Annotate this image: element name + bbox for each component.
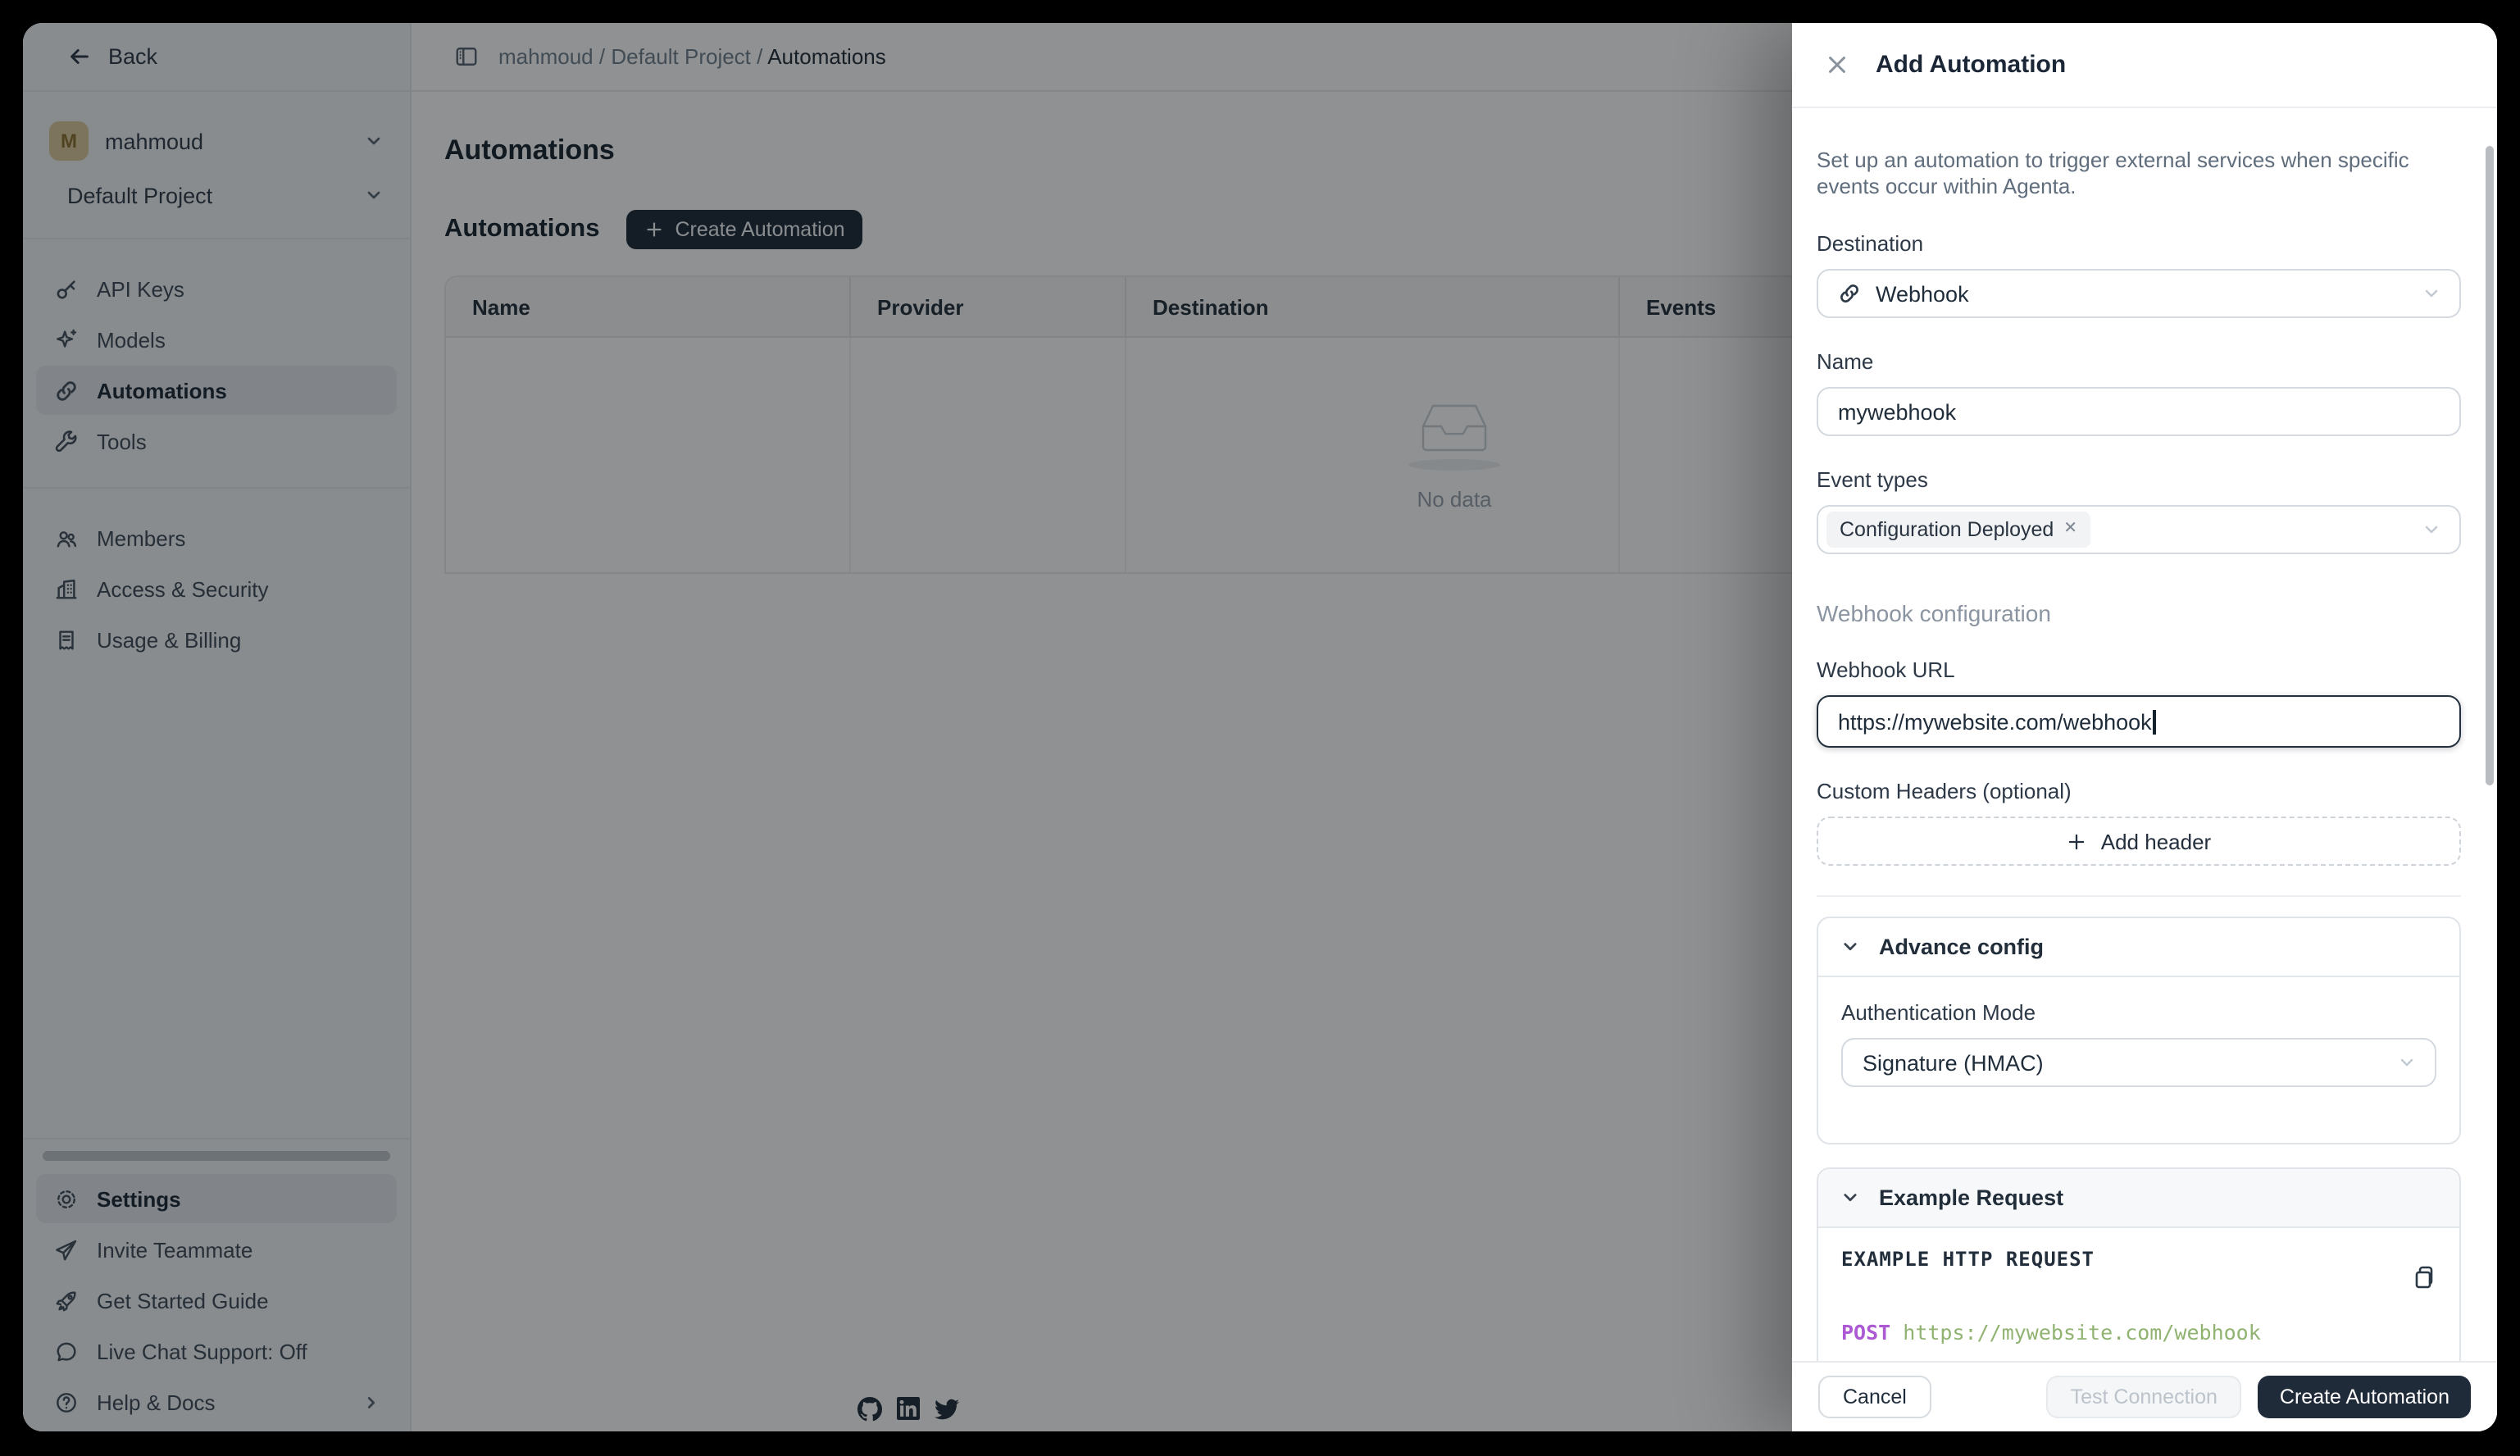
remove-tag-icon[interactable]: ✕ bbox=[2063, 521, 2077, 538]
auth-mode-select[interactable]: Signature (HMAC) bbox=[1841, 1038, 2436, 1087]
http-url: https://mywebsite.com/webhook bbox=[1903, 1320, 2261, 1345]
create-automation-submit-button[interactable]: Create Automation bbox=[2258, 1376, 2471, 1418]
text-cursor bbox=[2154, 709, 2156, 734]
add-automation-drawer: Add Automation Set up an automation to t… bbox=[1792, 23, 2497, 1431]
auth-mode-value: Signature (HMAC) bbox=[1863, 1050, 2044, 1075]
advance-config-header[interactable]: Advance config bbox=[1818, 918, 2459, 977]
divider bbox=[1817, 895, 2461, 897]
chevron-down-icon bbox=[2422, 284, 2441, 303]
event-types-select[interactable]: Configuration Deployed ✕ bbox=[1817, 505, 2461, 554]
event-type-tag: Configuration Deployed ✕ bbox=[1826, 512, 2090, 548]
destination-select[interactable]: Webhook bbox=[1817, 269, 2461, 318]
drawer-description: Set up an automation to trigger external… bbox=[1817, 148, 2417, 200]
chevron-down-icon bbox=[2397, 1053, 2417, 1072]
advance-config-title: Advance config bbox=[1879, 935, 2044, 959]
drawer-mask[interactable] bbox=[23, 23, 1792, 1431]
scrollbar-thumb[interactable] bbox=[2486, 146, 2494, 785]
drawer-title: Add Automation bbox=[1876, 51, 2066, 79]
webhook-url-input[interactable]: https://mywebsite.com/webhook bbox=[1817, 695, 2461, 748]
link-icon bbox=[1838, 282, 1861, 305]
close-icon bbox=[1825, 52, 1849, 77]
copy-button[interactable] bbox=[2410, 1264, 2436, 1290]
add-header-label: Add header bbox=[2101, 829, 2211, 853]
chevron-down-icon bbox=[1841, 938, 1859, 956]
app-window: Back M mahmoud Default Project bbox=[23, 23, 2497, 1431]
example-request-header[interactable]: Example Request bbox=[1818, 1169, 2459, 1228]
name-label: Name bbox=[1817, 349, 2461, 374]
webhook-url-value: https://mywebsite.com/webhook bbox=[1838, 709, 2152, 734]
test-connection-button[interactable]: Test Connection bbox=[2046, 1376, 2242, 1418]
advance-config-body: Authentication Mode Signature (HMAC) bbox=[1818, 977, 2459, 1143]
copy-icon bbox=[2410, 1264, 2436, 1290]
drawer-header: Add Automation bbox=[1792, 23, 2497, 108]
close-button[interactable] bbox=[1822, 49, 1853, 80]
screen: Back M mahmoud Default Project bbox=[0, 0, 2520, 1456]
drawer-footer: Cancel Test Connection Create Automation bbox=[1792, 1361, 2497, 1431]
example-http-heading: EXAMPLE HTTP REQUEST bbox=[1841, 1248, 2436, 1271]
advance-config-panel: Advance config Authentication Mode Signa… bbox=[1817, 917, 2461, 1144]
event-types-label: Event types bbox=[1817, 467, 2461, 492]
http-method: POST bbox=[1841, 1320, 1890, 1345]
auth-mode-label: Authentication Mode bbox=[1841, 1000, 2436, 1025]
example-request-panel: Example Request EXAMPLE HTTP REQUEST POS… bbox=[1817, 1167, 2461, 1361]
example-request-title: Example Request bbox=[1879, 1185, 2063, 1210]
drawer-scrollbar[interactable] bbox=[2486, 110, 2494, 1359]
example-code-line: POST https://mywebsite.com/webhook bbox=[1841, 1320, 2436, 1345]
plus-icon bbox=[2067, 830, 2088, 852]
destination-value: Webhook bbox=[1876, 281, 1969, 306]
chevron-down-icon bbox=[2422, 520, 2441, 539]
custom-headers-label: Custom Headers (optional) bbox=[1817, 779, 2461, 803]
webhook-configuration-heading: Webhook configuration bbox=[1817, 600, 2461, 626]
webhook-url-label: Webhook URL bbox=[1817, 657, 2461, 682]
name-input[interactable] bbox=[1817, 387, 2461, 436]
cancel-button[interactable]: Cancel bbox=[1818, 1376, 1931, 1418]
destination-label: Destination bbox=[1817, 231, 2461, 256]
drawer-body: Set up an automation to trigger external… bbox=[1792, 108, 2497, 1361]
chevron-down-icon bbox=[1841, 1189, 1859, 1207]
event-type-tag-label: Configuration Deployed bbox=[1840, 518, 2054, 541]
add-header-button[interactable]: Add header bbox=[1817, 817, 2461, 866]
example-request-body: EXAMPLE HTTP REQUEST POST https://mywebs… bbox=[1818, 1228, 2459, 1361]
